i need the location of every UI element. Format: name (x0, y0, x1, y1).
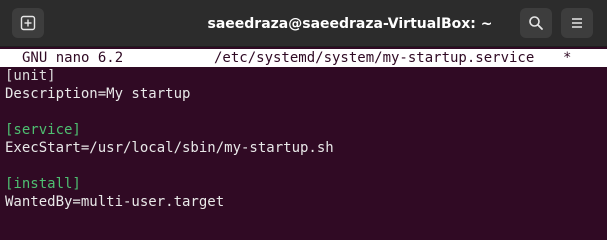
new-tab-icon (20, 15, 36, 31)
nano-version-label: GNU nano 6.2 (22, 50, 124, 66)
file-line-section-header: [service] (5, 122, 81, 138)
file-line: ExecStart=/usr/local/sbin/my-startup.sh (5, 140, 334, 156)
search-button[interactable] (520, 8, 552, 38)
search-icon (529, 16, 543, 30)
modified-indicator: * (563, 50, 572, 66)
file-line: Description=My startup (5, 86, 191, 102)
menu-button[interactable] (561, 8, 593, 38)
file-line-blank (5, 103, 605, 121)
hamburger-menu-icon (572, 18, 582, 28)
file-line-section-header: [unit] (5, 68, 56, 84)
window-title: saeedraza@saeedraza-VirtualBox: ~ (207, 15, 493, 32)
file-line: WantedBy=multi-user.target (5, 194, 225, 210)
editor-text-area[interactable]: [unit] Description=My startup [service] … (5, 67, 605, 211)
new-tab-button[interactable] (12, 8, 44, 38)
file-line-section-header: [install] (5, 176, 81, 192)
file-line-blank (5, 157, 605, 175)
file-path-label: /etc/systemd/system/my-startup.service (214, 50, 535, 66)
nano-header-bar: GNU nano 6.2 /etc/systemd/system/my-star… (0, 49, 607, 67)
terminal-titlebar: saeedraza@saeedraza-VirtualBox: ~ (0, 0, 607, 47)
